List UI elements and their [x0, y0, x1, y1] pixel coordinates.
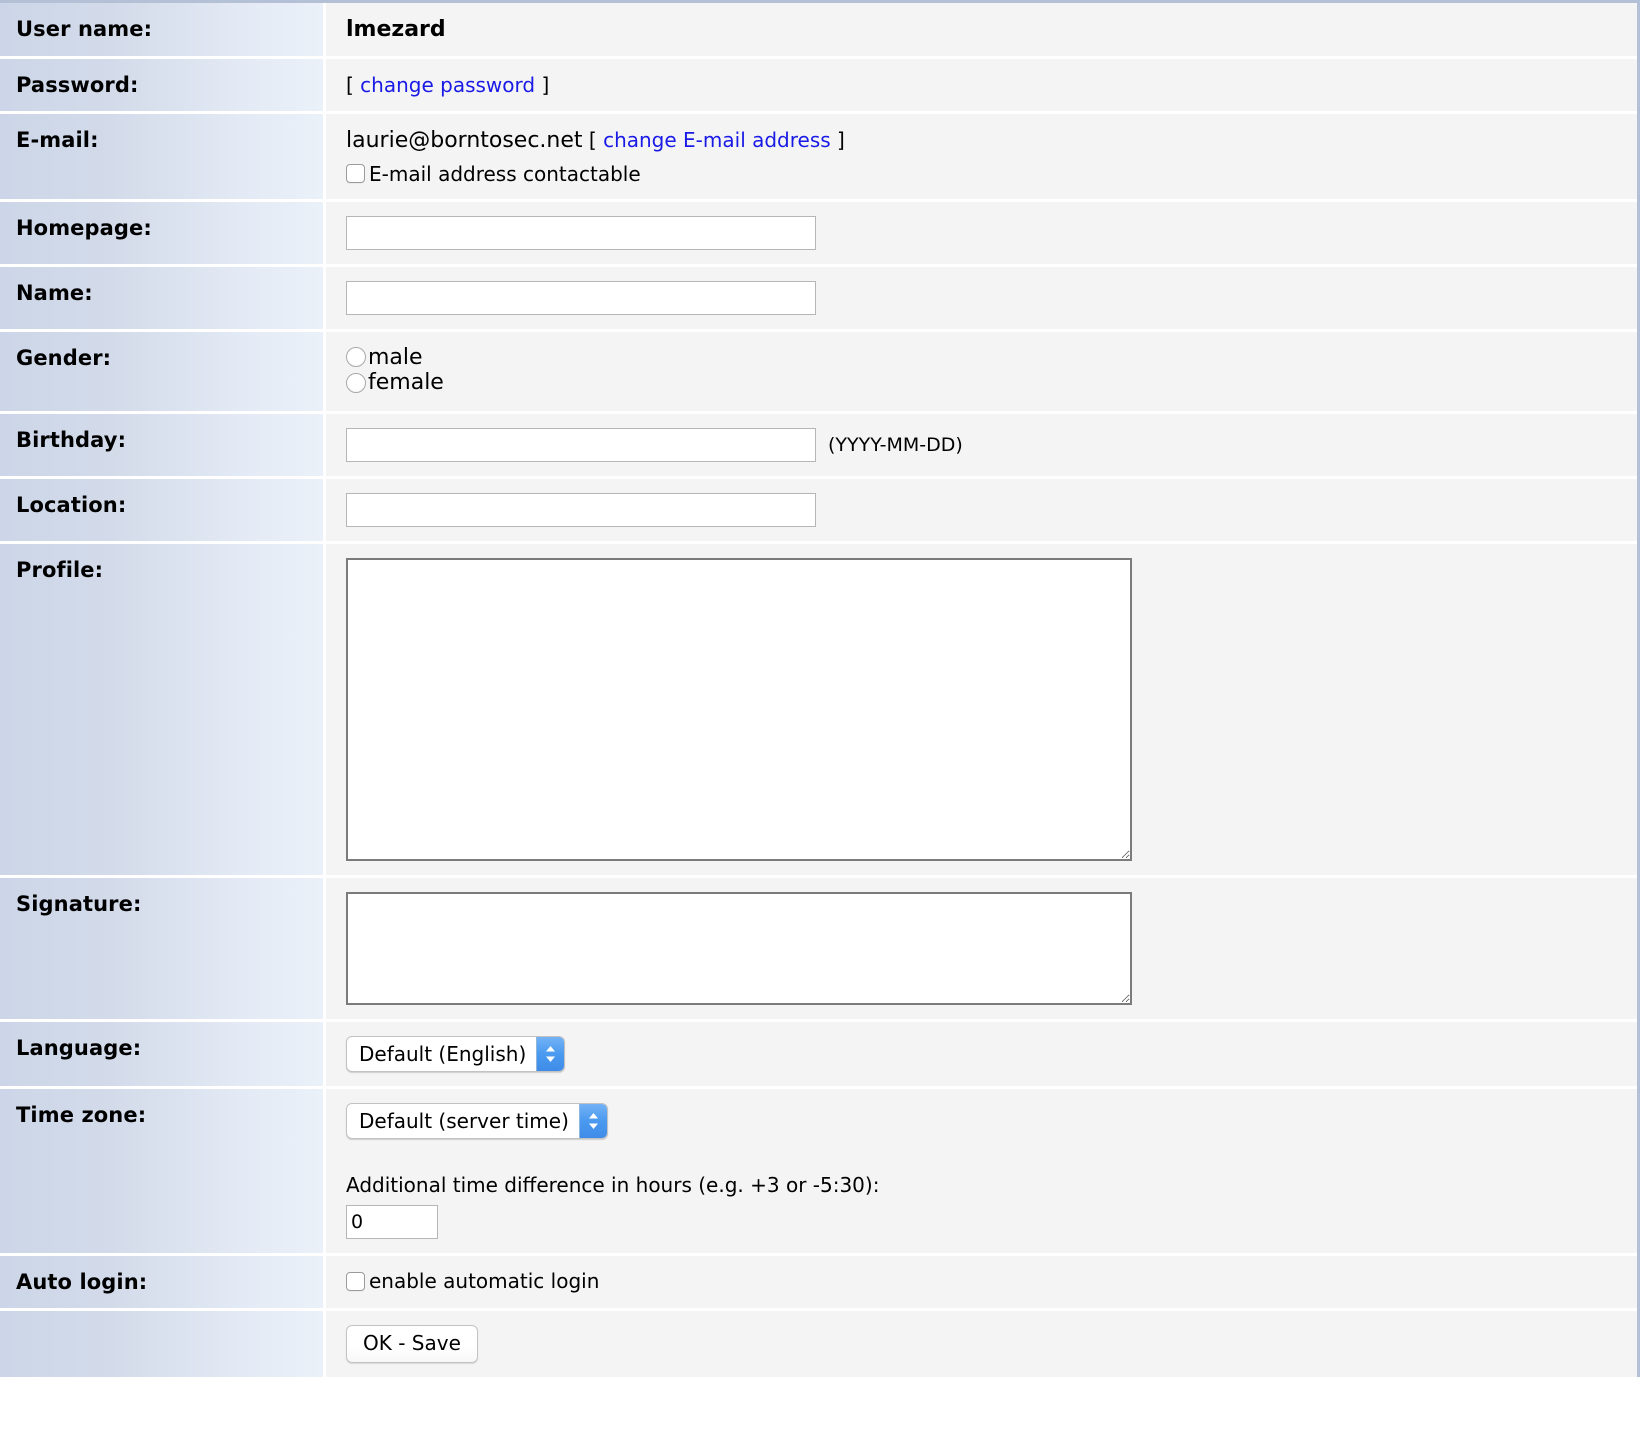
row-password: Password: [ change password ] — [0, 59, 1637, 115]
row-language: Language: Default (English) — [0, 1022, 1637, 1090]
value-language: Default (English) — [326, 1022, 1637, 1090]
value-submit: OK - Save — [326, 1311, 1637, 1378]
timezone-offset-hint: Additional time difference in hours (e.g… — [346, 1173, 880, 1198]
bracket-close: ] — [541, 73, 550, 98]
language-selected-value: Default (English) — [359, 1042, 527, 1067]
value-homepage — [326, 201, 1637, 267]
bracket-open: [ — [346, 73, 354, 98]
row-timezone: Time zone: Default (server time) Additio… — [0, 1089, 1637, 1257]
row-profile: Profile: — [0, 544, 1637, 879]
gender-label-female: female — [368, 370, 444, 396]
value-gender: male female — [326, 331, 1637, 415]
row-submit: OK - Save — [0, 1311, 1637, 1378]
bracket-close: ] — [837, 128, 845, 153]
chevron-updown-icon — [578, 1104, 607, 1139]
change-password-wrapper: [ change password ] — [346, 73, 549, 97]
gender-radio-male[interactable] — [346, 347, 366, 368]
email-line: laurie@borntosec.net [ change E-mail add… — [346, 128, 1637, 154]
value-signature — [326, 878, 1637, 1023]
row-gender: Gender: male female — [0, 331, 1637, 415]
value-password: [ change password ] — [326, 59, 1637, 115]
value-profile — [326, 544, 1637, 879]
label-profile: Profile: — [0, 544, 326, 879]
label-name: Name: — [0, 266, 326, 332]
row-autologin: Auto login: enable automatic login — [0, 1256, 1637, 1312]
label-gender: Gender: — [0, 331, 326, 415]
autologin-row[interactable]: enable automatic login — [346, 1270, 1637, 1292]
timezone-offset-input[interactable] — [346, 1205, 438, 1240]
email-address: laurie@borntosec.net — [346, 128, 583, 154]
label-timezone: Time zone: — [0, 1089, 326, 1257]
value-email: laurie@borntosec.net [ change E-mail add… — [326, 114, 1637, 202]
gender-label-male: male — [368, 344, 423, 370]
change-email-link[interactable]: change E-mail address — [603, 128, 831, 152]
birthday-format-hint: (YYYY-MM-DD) — [828, 434, 963, 457]
signature-textarea[interactable] — [346, 892, 1132, 1006]
label-submit — [0, 1311, 326, 1378]
gender-option-female[interactable]: female — [346, 371, 1637, 395]
chevron-updown-icon — [536, 1037, 565, 1072]
row-name: Name: — [0, 266, 1637, 332]
birthday-field-row: (YYYY-MM-DD) — [346, 428, 1637, 463]
email-contactable-checkbox[interactable] — [346, 164, 365, 184]
row-location: Location: — [0, 479, 1637, 545]
autologin-label: enable automatic login — [369, 1269, 600, 1294]
label-password: Password: — [0, 59, 326, 115]
label-location: Location: — [0, 479, 326, 545]
birthday-input[interactable] — [346, 428, 816, 463]
gender-option-male[interactable]: male — [346, 344, 1637, 370]
autologin-checkbox[interactable] — [346, 1271, 365, 1291]
label-username: User name: — [0, 3, 326, 60]
gender-radio-female[interactable] — [346, 373, 366, 394]
row-homepage: Homepage: — [0, 201, 1637, 267]
save-button[interactable]: OK - Save — [346, 1325, 478, 1364]
value-timezone: Default (server time) Additional time di… — [326, 1089, 1637, 1257]
value-username: lmezard — [326, 3, 1637, 60]
row-birthday: Birthday: (YYYY-MM-DD) — [0, 414, 1637, 480]
label-language: Language: — [0, 1022, 326, 1090]
location-input[interactable] — [346, 493, 816, 528]
label-signature: Signature: — [0, 878, 326, 1023]
row-email: E-mail: laurie@borntosec.net [ change E-… — [0, 114, 1637, 202]
row-username: User name: lmezard — [0, 3, 1637, 60]
timezone-selected-value: Default (server time) — [359, 1109, 569, 1134]
label-email: E-mail: — [0, 114, 326, 202]
homepage-input[interactable] — [346, 215, 816, 250]
value-name — [326, 266, 1637, 332]
value-autologin: enable automatic login — [326, 1256, 1637, 1312]
user-profile-settings-table: User name: lmezard Password: [ change pa… — [0, 0, 1640, 1378]
name-input[interactable] — [346, 280, 816, 315]
label-homepage: Homepage: — [0, 201, 326, 267]
language-select[interactable]: Default (English) — [346, 1036, 566, 1073]
value-location — [326, 479, 1637, 545]
change-password-link[interactable]: change password — [360, 73, 535, 97]
timezone-select[interactable]: Default (server time) — [346, 1103, 608, 1140]
username-value: lmezard — [346, 17, 446, 42]
value-birthday: (YYYY-MM-DD) — [326, 414, 1637, 480]
row-signature: Signature: — [0, 878, 1637, 1023]
bracket-open: [ — [588, 128, 597, 153]
label-autologin: Auto login: — [0, 1256, 326, 1312]
profile-textarea[interactable] — [346, 558, 1132, 862]
email-contactable-label: E-mail address contactable — [369, 161, 641, 186]
email-contactable-row[interactable]: E-mail address contactable — [346, 163, 1637, 185]
label-birthday: Birthday: — [0, 414, 326, 480]
